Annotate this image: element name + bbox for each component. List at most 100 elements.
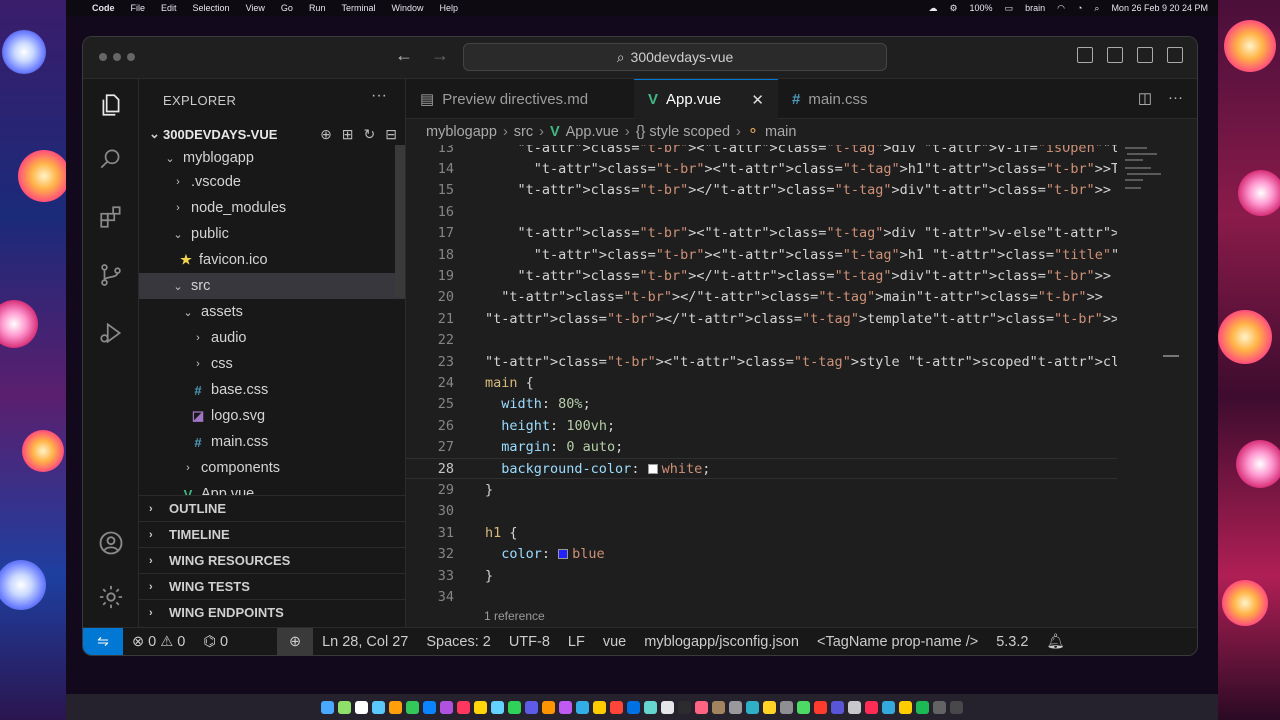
menubar-app-name[interactable]: Code — [92, 3, 115, 13]
tab-main-css[interactable]: # main.css — [778, 79, 888, 119]
dock-app-icon[interactable] — [933, 700, 946, 714]
dock-app-icon[interactable] — [423, 700, 436, 714]
menu-window[interactable]: Window — [391, 3, 423, 13]
problems-indicator[interactable]: ⊗ 0 ⚠ 0 — [123, 634, 194, 650]
code-line[interactable]: 29} — [406, 479, 1117, 500]
remote-indicator-icon[interactable]: ⇋ — [83, 627, 123, 655]
code-line[interactable]: 34 — [406, 586, 1117, 607]
indentation[interactable]: Spaces: 2 — [417, 634, 500, 650]
dock-app-icon[interactable] — [678, 700, 691, 714]
dock-app-icon[interactable] — [831, 700, 844, 714]
run-debug-icon[interactable] — [95, 317, 127, 349]
dock-app-icon[interactable] — [559, 700, 572, 714]
window-controls[interactable] — [99, 53, 135, 61]
wifi-icon[interactable]: ◔ — [1077, 3, 1082, 13]
dock-app-icon[interactable] — [661, 700, 674, 714]
collapse-all-icon[interactable]: ⊟ — [385, 126, 397, 143]
zoom-window-dot[interactable] — [127, 53, 135, 61]
tree-item-favicon[interactable]: ★ favicon.ico — [139, 247, 405, 273]
tag-name-case[interactable]: <TagName prop-name /> — [808, 634, 987, 650]
customize-layout-icon[interactable] — [1167, 47, 1183, 63]
code-line[interactable]: 21 "t-attr">class="t-br"></"t-attr">class… — [406, 308, 1117, 329]
new-folder-icon[interactable]: ⊞ — [342, 126, 354, 143]
breadcrumb-item[interactable]: App.vue — [566, 124, 619, 140]
dock-app-icon[interactable] — [508, 700, 521, 714]
dock-app-icon[interactable] — [627, 700, 640, 714]
dock-app-icon[interactable] — [355, 700, 368, 714]
tab-preview-directives[interactable]: ▤ Preview directives.md — [406, 79, 634, 119]
dock-app-icon[interactable] — [814, 700, 827, 714]
dock-app-icon[interactable] — [695, 700, 708, 714]
tree-item-app-vue[interactable]: V App.vue — [139, 481, 405, 495]
search-icon[interactable] — [95, 143, 127, 175]
source-control-icon[interactable] — [95, 259, 127, 291]
menu-terminal[interactable]: Terminal — [341, 3, 375, 13]
zoom-icon[interactable]: ⊕ — [277, 627, 314, 655]
dock-app-icon[interactable] — [712, 700, 725, 714]
notifications-bell-icon[interactable]: 🔔︎ — [1037, 633, 1073, 650]
extensions-icon[interactable] — [95, 201, 127, 233]
code-line[interactable]: 26 height: 100vh; — [406, 415, 1117, 436]
tree-item-base-css[interactable]: # base.css — [139, 377, 405, 403]
tree-item-css[interactable]: › css — [139, 351, 405, 377]
dock-app-icon[interactable] — [644, 700, 657, 714]
code-line[interactable]: 14 "t-attr">class="t-br"><"t-attr">class… — [406, 158, 1117, 179]
code-line[interactable]: 16 — [406, 201, 1117, 222]
dock-app-icon[interactable] — [916, 700, 929, 714]
battery-percent[interactable]: 100% — [970, 3, 993, 13]
sidebar-scrollbar[interactable] — [395, 145, 405, 297]
dock-app-icon[interactable] — [440, 700, 453, 714]
dock-app-icon[interactable] — [372, 700, 385, 714]
command-center-search[interactable]: ⌕ 300devdays-vue — [463, 43, 887, 71]
code-line[interactable]: 17 "t-attr">class="t-br"><"t-attr">class… — [406, 223, 1117, 244]
tab-app-vue[interactable]: V App.vue ✕ — [634, 79, 778, 119]
encoding[interactable]: UTF-8 — [500, 634, 559, 650]
code-line[interactable]: 23 "t-attr">class="t-br"><"t-attr">class=… — [406, 351, 1117, 372]
battery-icon[interactable]: ▭ — [1005, 3, 1014, 14]
dock-app-icon[interactable] — [491, 700, 504, 714]
cloud-icon[interactable]: ☁ — [928, 3, 937, 14]
end-of-line[interactable]: LF — [559, 634, 594, 650]
menu-run[interactable]: Run — [309, 3, 326, 13]
ports-indicator[interactable]: ⌬ 0 — [194, 634, 237, 650]
dock-app-icon[interactable] — [780, 700, 793, 714]
toggle-primary-sidebar-icon[interactable] — [1077, 47, 1093, 63]
forward-arrow-icon[interactable]: → — [431, 45, 449, 66]
dock-app-icon[interactable] — [899, 700, 912, 714]
menu-help[interactable]: Help — [439, 3, 458, 13]
code-line[interactable]: 24 main { — [406, 372, 1117, 393]
split-editor-icon[interactable]: ◫ — [1138, 89, 1152, 107]
ts-version[interactable]: 5.3.2 — [987, 634, 1037, 650]
dock-app-icon[interactable] — [525, 700, 538, 714]
section-timeline[interactable]: › TIMELINE — [139, 521, 405, 547]
tree-item-main-css[interactable]: # main.css — [139, 429, 405, 455]
dock-app-icon[interactable] — [797, 700, 810, 714]
menu-edit[interactable]: Edit — [161, 3, 177, 13]
accounts-icon[interactable] — [95, 527, 127, 559]
more-actions-icon[interactable]: ··· — [1168, 89, 1183, 107]
dock-app-icon[interactable] — [576, 700, 589, 714]
code-line[interactable]: 15 "t-attr">class="t-br"></"t-attr">clas… — [406, 180, 1117, 201]
dock-app-icon[interactable] — [746, 700, 759, 714]
dock-app-icon[interactable] — [763, 700, 776, 714]
close-window-dot[interactable] — [99, 53, 107, 61]
jsconfig[interactable]: myblogapp/jsconfig.json — [635, 634, 808, 650]
dock-app-icon[interactable] — [729, 700, 742, 714]
tree-item-assets[interactable]: ⌄ assets — [139, 299, 405, 325]
code-line[interactable]: 13 "t-attr">class="t-br"><"t-attr">class… — [406, 145, 1117, 158]
gear-status-icon[interactable]: ⚙ — [949, 3, 957, 14]
code-line[interactable]: 30 — [406, 501, 1117, 522]
menubar-user[interactable]: brain — [1025, 3, 1045, 13]
breadcrumb-item[interactable]: {} style scoped — [636, 124, 730, 140]
section-outline[interactable]: › OUTLINE — [139, 495, 405, 521]
dock-app-icon[interactable] — [338, 700, 351, 714]
back-arrow-icon[interactable]: ← — [395, 45, 413, 66]
toggle-panel-icon[interactable] — [1107, 47, 1123, 63]
menu-view[interactable]: View — [246, 3, 265, 13]
cursor-position[interactable]: Ln 28, Col 27 — [313, 634, 417, 650]
new-file-icon[interactable]: ⊕ — [320, 126, 332, 143]
tree-item-logo-svg[interactable]: ◪ logo.svg — [139, 403, 405, 429]
code-line[interactable]: 19 "t-attr">class="t-br"></"t-attr">clas… — [406, 265, 1117, 286]
code-line[interactable]: 18 "t-attr">class="t-br"><"t-attr">class… — [406, 244, 1117, 265]
code-editor[interactable]: 13 "t-attr">class="t-br"><"t-attr">class… — [406, 145, 1117, 627]
